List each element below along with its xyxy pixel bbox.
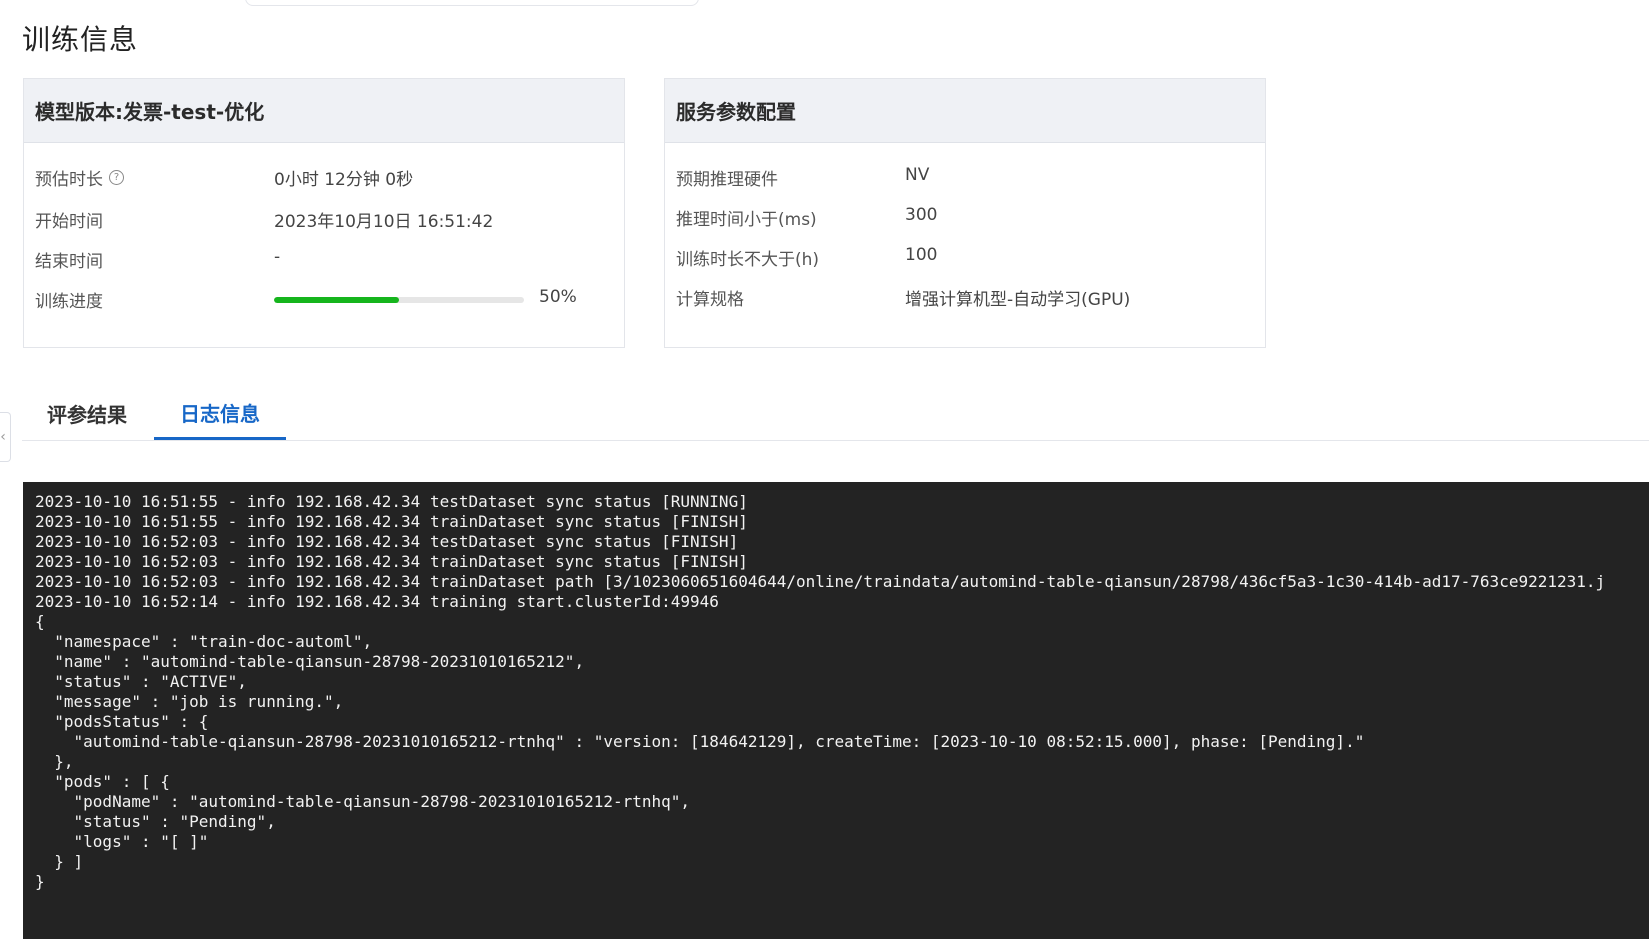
log-line: 2023-10-10 16:52:14 - info 192.168.42.34… bbox=[35, 592, 719, 611]
log-line: 2023-10-10 16:51:55 - info 192.168.42.34… bbox=[35, 492, 748, 511]
inference-hardware-value: NV bbox=[905, 165, 930, 185]
collapse-handle[interactable]: ‹ bbox=[0, 412, 11, 462]
page-title: 训练信息 bbox=[22, 23, 139, 56]
log-panel[interactable]: 2023-10-10 16:51:55 - info 192.168.42.34… bbox=[23, 482, 1649, 939]
log-line: "name" : "automind-table-qiansun-28798-2… bbox=[35, 652, 585, 671]
estimated-duration-value: 0小时 12分钟 0秒 bbox=[274, 170, 414, 190]
tab-bar: 评参结果 日志信息 bbox=[22, 388, 1649, 441]
inference-time-label: 推理时间小于(ms) bbox=[676, 210, 817, 230]
inference-hardware-label: 预期推理硬件 bbox=[676, 170, 778, 190]
training-duration-value: 100 bbox=[905, 245, 938, 265]
log-line: "status" : "ACTIVE", bbox=[35, 672, 247, 691]
log-line: { bbox=[35, 612, 45, 631]
start-time-label: 开始时间 bbox=[35, 212, 103, 232]
training-progress-bar bbox=[274, 297, 524, 303]
page: 训练信息 模型版本:发票-test-优化 预估时长 ? 0小时 12分钟 0秒 … bbox=[0, 0, 1649, 939]
start-time-value: 2023年10月10日 16:51:42 bbox=[274, 212, 494, 232]
service-config-card: 服务参数配置 预期推理硬件 NV 推理时间小于(ms) 300 训练时长不大于(… bbox=[664, 78, 1266, 348]
training-progress-value: 50% bbox=[539, 287, 577, 307]
log-line: "namespace" : "train-doc-automl", bbox=[35, 632, 373, 651]
log-line: 2023-10-10 16:51:55 - info 192.168.42.34… bbox=[35, 512, 748, 531]
log-line: "podsStatus" : { bbox=[35, 712, 209, 731]
inference-time-value: 300 bbox=[905, 205, 938, 225]
end-time-value: - bbox=[274, 247, 281, 267]
estimated-duration-label-wrap: 预估时长 ? bbox=[35, 165, 124, 190]
service-card-title: 服务参数配置 bbox=[665, 79, 1265, 143]
training-progress-label: 训练进度 bbox=[35, 292, 103, 312]
estimated-duration-label: 预估时长 bbox=[35, 170, 103, 190]
help-icon[interactable]: ? bbox=[109, 170, 124, 185]
log-line: "automind-table-qiansun-28798-2023101016… bbox=[35, 732, 1365, 751]
training-progress-fill bbox=[274, 297, 399, 303]
log-line: 2023-10-10 16:52:03 - info 192.168.42.34… bbox=[35, 552, 748, 571]
log-line: }, bbox=[35, 752, 74, 771]
search-box-edge[interactable] bbox=[245, 0, 699, 6]
log-line: } bbox=[35, 872, 45, 891]
compute-spec-label: 计算规格 bbox=[676, 290, 744, 310]
log-line: 2023-10-10 16:52:03 - info 192.168.42.34… bbox=[35, 532, 739, 551]
log-line: "message" : "job is running.", bbox=[35, 692, 344, 711]
log-line: } ] bbox=[35, 852, 84, 871]
training-duration-label: 训练时长不大于(h) bbox=[676, 250, 820, 270]
log-line: "status" : "Pending", bbox=[35, 812, 276, 831]
log-line: "podName" : "automind-table-qiansun-2879… bbox=[35, 792, 691, 811]
log-line: "logs" : "[ ]" bbox=[35, 832, 209, 851]
tab-log-info[interactable]: 日志信息 bbox=[154, 388, 286, 440]
compute-spec-value: 增强计算机型-自动学习(GPU) bbox=[905, 290, 1131, 310]
end-time-label: 结束时间 bbox=[35, 252, 103, 272]
log-line: "pods" : [ { bbox=[35, 772, 170, 791]
model-card-title: 模型版本:发票-test-优化 bbox=[24, 79, 624, 143]
log-line: 2023-10-10 16:52:03 - info 192.168.42.34… bbox=[35, 572, 1606, 591]
tab-evaluation-results[interactable]: 评参结果 bbox=[22, 388, 152, 439]
model-version-card: 模型版本:发票-test-优化 预估时长 ? 0小时 12分钟 0秒 开始时间 … bbox=[23, 78, 625, 348]
